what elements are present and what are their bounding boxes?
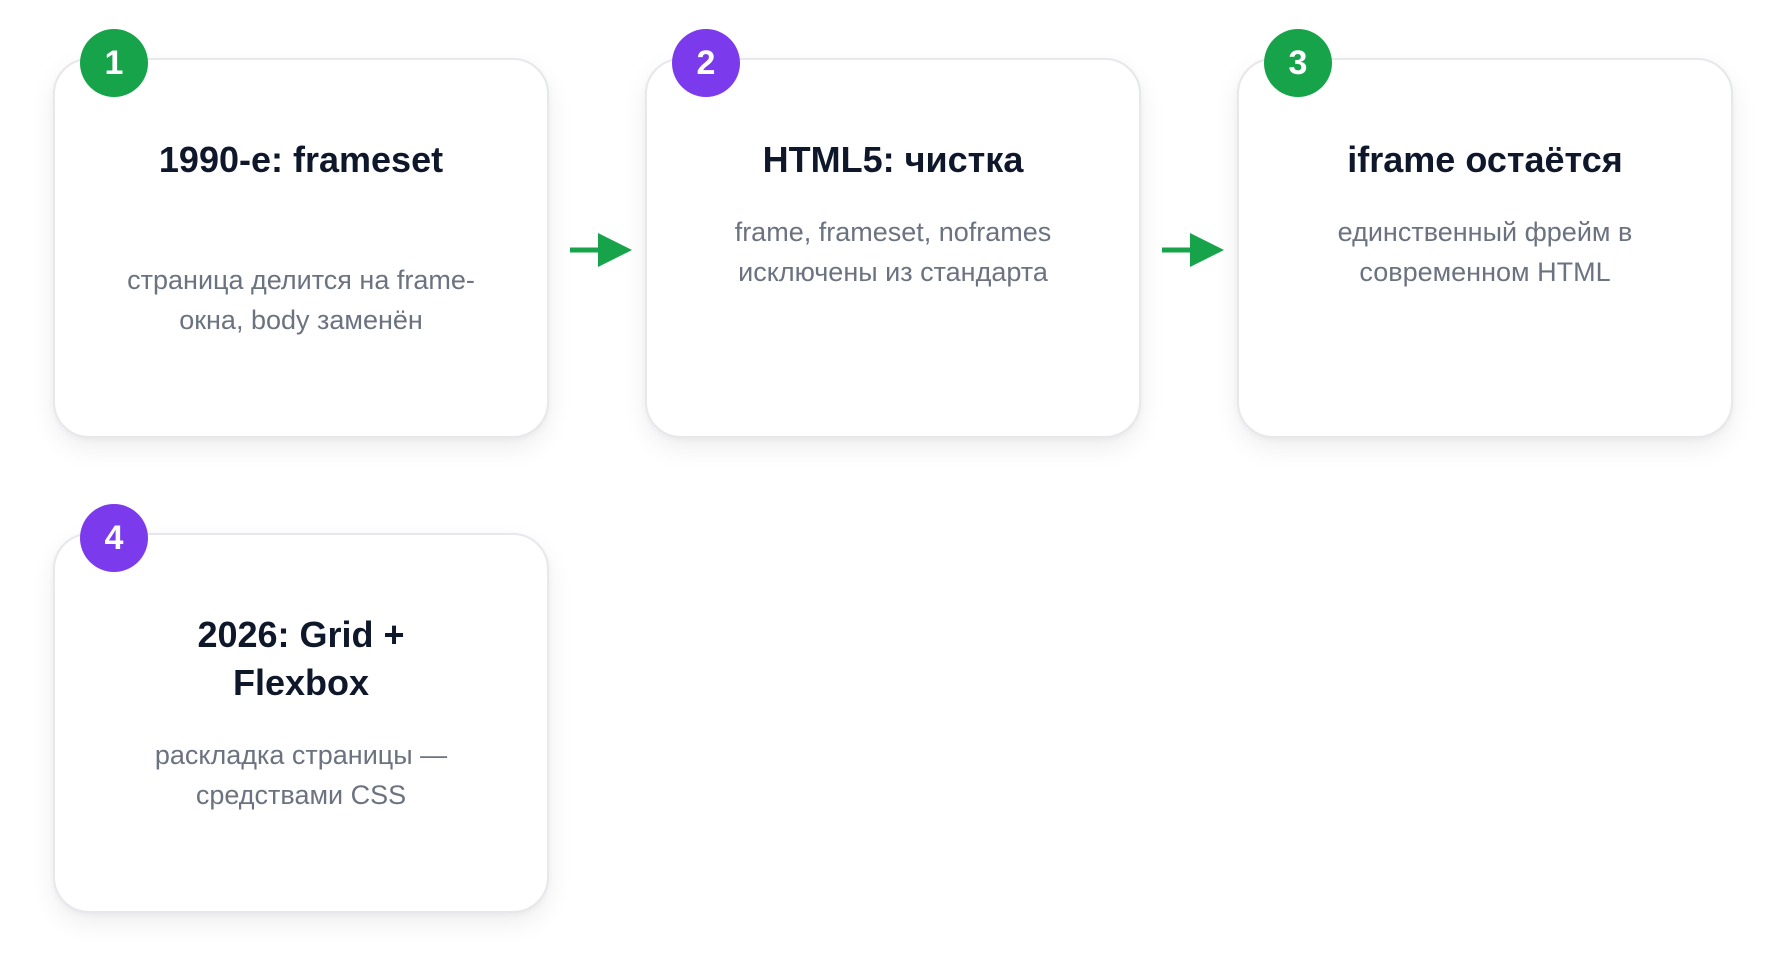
step-title: 1990-е: frameset [158, 139, 444, 180]
step-card-1: 1 1990-е: frameset страница делится на f… [53, 29, 549, 438]
step-card-2: 2 HTML5: чистка frame, frameset, noframe… [645, 29, 1141, 438]
arrow-right-icon [1162, 233, 1224, 267]
step-card-4: 4 2026: Grid + Flexbox раскладка страниц… [53, 504, 549, 913]
step-description: frame, frameset, noframes исключены из с… [734, 217, 1052, 287]
step-description: единственный фрейм в современном HTML [1337, 217, 1633, 287]
step-description: страница делится на frame-окна, body зам… [127, 265, 475, 335]
step-title: iframe остаётся [1347, 139, 1623, 180]
step-number-badge: 1 [80, 29, 148, 97]
step-title: HTML5: чистка [762, 139, 1024, 180]
step-title: 2026: Grid + Flexbox [197, 614, 405, 703]
step-number-badge: 2 [672, 29, 740, 97]
step-description: раскладка страницы — средствами CSS [154, 740, 448, 810]
arrow-right-icon [570, 233, 632, 267]
step-number-badge: 4 [80, 504, 148, 572]
step-card-3: 3 iframe остаётся единственный фрейм в с… [1237, 29, 1733, 438]
step-number-badge: 3 [1264, 29, 1332, 97]
